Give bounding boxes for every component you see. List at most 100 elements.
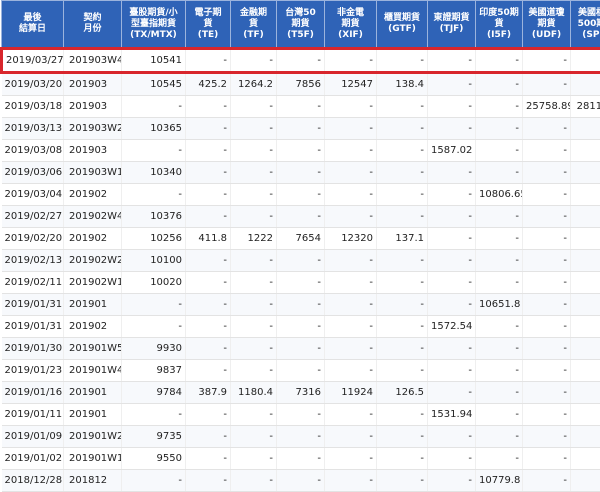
header-spf: 美國標普 500期貨 (SPF) [571, 1, 600, 49]
cell-xif: - [325, 448, 377, 470]
table-row: 2019/02/2020190210256411.812227654123201… [2, 228, 600, 250]
cell-xif: 12547 [325, 73, 377, 96]
cell-t5f: - [277, 470, 325, 492]
cell-te: 411.8 [186, 228, 231, 250]
cell-udf: - [523, 360, 571, 382]
cell-tx-mtx: 9837 [122, 360, 186, 382]
table-row: 2019/03/2020190310545425.21264.278561254… [2, 73, 600, 96]
cell-tf: - [231, 272, 277, 294]
cell-te: 387.9 [186, 382, 231, 404]
cell-gtf: - [377, 96, 428, 118]
cell-spf: - [571, 272, 600, 294]
table-row: 2019/03/06201903W110340--------- [2, 162, 600, 184]
cell-settlement-date: 2019/01/02 [2, 448, 64, 470]
table-row: 2019/03/18201903--------25758.892811.89 [2, 96, 600, 118]
cell-contract-month: 201903 [64, 140, 122, 162]
cell-te: - [186, 404, 231, 426]
cell-settlement-date: 2019/01/09 [2, 426, 64, 448]
cell-xif: - [325, 162, 377, 184]
cell-te: - [186, 250, 231, 272]
cell-tf: - [231, 206, 277, 228]
table-row: 2019/01/31201901-------10651.8-- [2, 294, 600, 316]
cell-contract-month: 201903W2 [64, 118, 122, 140]
cell-tf: - [231, 316, 277, 338]
cell-tjf: - [428, 294, 476, 316]
cell-te: 425.2 [186, 73, 231, 96]
cell-t5f: - [277, 448, 325, 470]
cell-spf: - [571, 448, 600, 470]
cell-tx-mtx: 10020 [122, 272, 186, 294]
cell-contract-month: 201902W2 [64, 250, 122, 272]
cell-gtf: - [377, 404, 428, 426]
cell-gtf: 126.5 [377, 382, 428, 404]
cell-contract-month: 201902 [64, 316, 122, 338]
cell-xif: - [325, 118, 377, 140]
cell-t5f: 7654 [277, 228, 325, 250]
cell-t5f: - [277, 360, 325, 382]
cell-i5f: - [476, 96, 523, 118]
table-row: 2019/03/04201902-------10806.65-- [2, 184, 600, 206]
cell-contract-month: 201903W1 [64, 162, 122, 184]
cell-settlement-date: 2019/03/13 [2, 118, 64, 140]
cell-t5f: - [277, 426, 325, 448]
cell-spf: - [571, 49, 600, 73]
cell-tf: - [231, 360, 277, 382]
cell-settlement-date: 2019/03/08 [2, 140, 64, 162]
cell-tx-mtx: - [122, 404, 186, 426]
cell-udf: - [523, 228, 571, 250]
cell-tx-mtx: 10545 [122, 73, 186, 96]
cell-tx-mtx: 9784 [122, 382, 186, 404]
cell-contract-month: 201902 [64, 228, 122, 250]
cell-tjf: - [428, 338, 476, 360]
cell-udf: - [523, 118, 571, 140]
cell-gtf: - [377, 118, 428, 140]
cell-xif: 11924 [325, 382, 377, 404]
cell-xif: 12320 [325, 228, 377, 250]
cell-spf: - [571, 118, 600, 140]
header-tf: 金融期 貨 (TF) [231, 1, 277, 49]
table-row: 2019/02/27201902W410376--------- [2, 206, 600, 228]
cell-i5f: - [476, 162, 523, 184]
cell-tf: - [231, 140, 277, 162]
cell-contract-month: 201903W4 [64, 49, 122, 73]
cell-settlement-date: 2019/01/23 [2, 360, 64, 382]
cell-i5f: - [476, 118, 523, 140]
cell-udf: - [523, 404, 571, 426]
cell-tx-mtx: 10376 [122, 206, 186, 228]
cell-contract-month: 201903 [64, 96, 122, 118]
cell-i5f: - [476, 228, 523, 250]
cell-spf: - [571, 206, 600, 228]
cell-contract-month: 201812 [64, 470, 122, 492]
cell-t5f: 7856 [277, 73, 325, 96]
cell-tx-mtx: - [122, 316, 186, 338]
cell-settlement-date: 2019/03/27 [2, 49, 64, 73]
cell-tjf: - [428, 272, 476, 294]
cell-udf: - [523, 162, 571, 184]
cell-gtf: - [377, 272, 428, 294]
cell-settlement-date: 2019/02/20 [2, 228, 64, 250]
cell-xif: - [325, 272, 377, 294]
table-row: 2019/01/09201901W29735--------- [2, 426, 600, 448]
cell-spf: - [571, 426, 600, 448]
cell-spf: - [571, 162, 600, 184]
cell-tx-mtx: - [122, 140, 186, 162]
cell-i5f: - [476, 338, 523, 360]
cell-settlement-date: 2019/03/20 [2, 73, 64, 96]
cell-t5f: - [277, 184, 325, 206]
cell-te: - [186, 184, 231, 206]
cell-tjf: - [428, 206, 476, 228]
cell-gtf: - [377, 294, 428, 316]
cell-i5f: - [476, 448, 523, 470]
header-tjf: 東證期貨 (TJF) [428, 1, 476, 49]
cell-gtf: - [377, 140, 428, 162]
cell-te: - [186, 426, 231, 448]
cell-contract-month: 201902W4 [64, 206, 122, 228]
cell-t5f: - [277, 118, 325, 140]
cell-tjf: 1572.54 [428, 316, 476, 338]
header-gtf: 櫃買期貨 (GTF) [377, 1, 428, 49]
cell-tjf: 1531.94 [428, 404, 476, 426]
cell-tx-mtx: 10256 [122, 228, 186, 250]
table-row: 2019/01/11201901------1531.94--- [2, 404, 600, 426]
cell-spf: - [571, 250, 600, 272]
cell-xif: - [325, 316, 377, 338]
